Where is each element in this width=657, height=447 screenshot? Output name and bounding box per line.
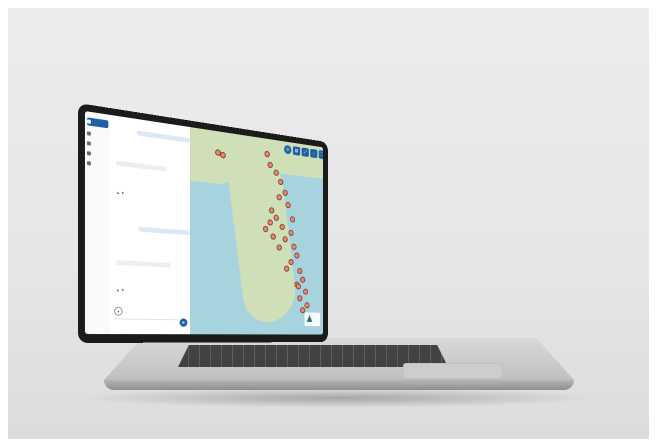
layers-icon: ◎: [286, 146, 290, 153]
map-pin[interactable]: [282, 236, 288, 243]
microphone-icon: ●: [117, 308, 120, 314]
thumbs-up-icon[interactable]: ▲: [116, 287, 120, 292]
map-pin[interactable]: [295, 283, 301, 290]
map-pin[interactable]: [285, 201, 291, 209]
logo-mark-icon: [307, 315, 313, 322]
map-pin[interactable]: [262, 225, 269, 233]
map-pin[interactable]: [279, 223, 285, 231]
chat-message-bot: [116, 260, 171, 268]
map-pin[interactable]: [304, 302, 310, 309]
thumbs-down-icon[interactable]: ▼: [121, 287, 125, 292]
map-pin[interactable]: [276, 244, 282, 251]
help-icon: [86, 161, 91, 166]
map-pin[interactable]: [288, 258, 294, 266]
laptop-base-front: [104, 380, 574, 390]
chat-panel: ▲ ▼ ▲ ▼ ● ➤: [110, 114, 190, 335]
settings-icon: [86, 151, 91, 156]
map-pin[interactable]: [220, 151, 226, 159]
map-pin[interactable]: [267, 161, 273, 169]
laptop-lid: ▲ ▼ ▲ ▼ ● ➤ ◎ ▤ ⤢ ↓ ⛶: [78, 103, 328, 343]
map-pin[interactable]: [303, 288, 309, 295]
chat-input[interactable]: [114, 318, 178, 330]
expand-icon: ⤢: [303, 149, 307, 156]
map-land-peninsula: [226, 163, 299, 326]
sidebar-item-help[interactable]: [86, 159, 108, 169]
message-time: [139, 134, 187, 141]
sidebar-item-settings[interactable]: [86, 149, 108, 160]
layers-button[interactable]: ◎: [284, 144, 292, 155]
map-pin[interactable]: [273, 214, 279, 222]
map-pin[interactable]: [278, 178, 284, 186]
send-icon: ➤: [181, 319, 186, 326]
feedback-controls[interactable]: ▲ ▼: [116, 287, 125, 292]
laptop-shadow: [78, 388, 598, 408]
chat-message-bot: [116, 160, 168, 172]
laptop-trackpad: [403, 363, 503, 379]
download-icon: ↓: [312, 150, 315, 157]
map-pin[interactable]: [269, 207, 275, 214]
message-time: [119, 263, 168, 266]
sidebar-item-history[interactable]: [86, 129, 108, 140]
fullscreen-button[interactable]: ⛶: [318, 150, 323, 160]
map-pin[interactable]: [288, 229, 294, 237]
chat-message-user: [138, 226, 190, 236]
fullscreen-icon: ⛶: [321, 152, 323, 158]
map-pin[interactable]: [270, 233, 276, 240]
feedback-controls[interactable]: ▲ ▼: [116, 190, 125, 196]
sidebar-item-chat[interactable]: [86, 117, 109, 129]
expand-button[interactable]: ⤢: [301, 147, 309, 158]
filter-icon: ▤: [294, 148, 299, 154]
map-view[interactable]: [189, 127, 323, 335]
map-pin[interactable]: [300, 276, 306, 283]
backdrop: ▲ ▼ ▲ ▼ ● ➤ ◎ ▤ ⤢ ↓ ⛶: [8, 8, 649, 439]
download-button[interactable]: ↓: [310, 148, 318, 159]
microphone-button[interactable]: ●: [114, 306, 123, 316]
laptop-screen: ▲ ▼ ▲ ▼ ● ➤ ◎ ▤ ⤢ ↓ ⛶: [84, 111, 323, 335]
thumbs-up-icon[interactable]: ▲: [116, 190, 120, 195]
sidebar-item-users[interactable]: [86, 139, 108, 150]
map-pin[interactable]: [291, 243, 297, 250]
map-pin[interactable]: [297, 267, 303, 275]
laptop-lid-wrap: ▲ ▼ ▲ ▼ ● ➤ ◎ ▤ ⤢ ↓ ⛶: [78, 103, 428, 363]
chat-message-user: [136, 130, 190, 143]
message-time: [119, 164, 165, 169]
message-time: [141, 230, 187, 233]
map-pin[interactable]: [276, 194, 282, 201]
map-logo-badge: [304, 312, 321, 327]
map-pin[interactable]: [284, 265, 290, 272]
filter-button[interactable]: ▤: [292, 146, 301, 156]
users-icon: [86, 141, 91, 146]
send-button[interactable]: ➤: [179, 318, 188, 327]
sidebar: [84, 111, 112, 335]
map-pin[interactable]: [297, 295, 303, 302]
map-pin[interactable]: [282, 189, 288, 197]
map-pin[interactable]: [294, 252, 300, 259]
map-pin[interactable]: [267, 219, 273, 226]
map-pin[interactable]: [273, 169, 279, 177]
chat-icon: [86, 119, 91, 124]
map-pin[interactable]: [289, 216, 296, 223]
map-pin[interactable]: [264, 150, 270, 158]
history-icon: [86, 131, 91, 136]
thumbs-down-icon[interactable]: ▼: [121, 190, 125, 195]
